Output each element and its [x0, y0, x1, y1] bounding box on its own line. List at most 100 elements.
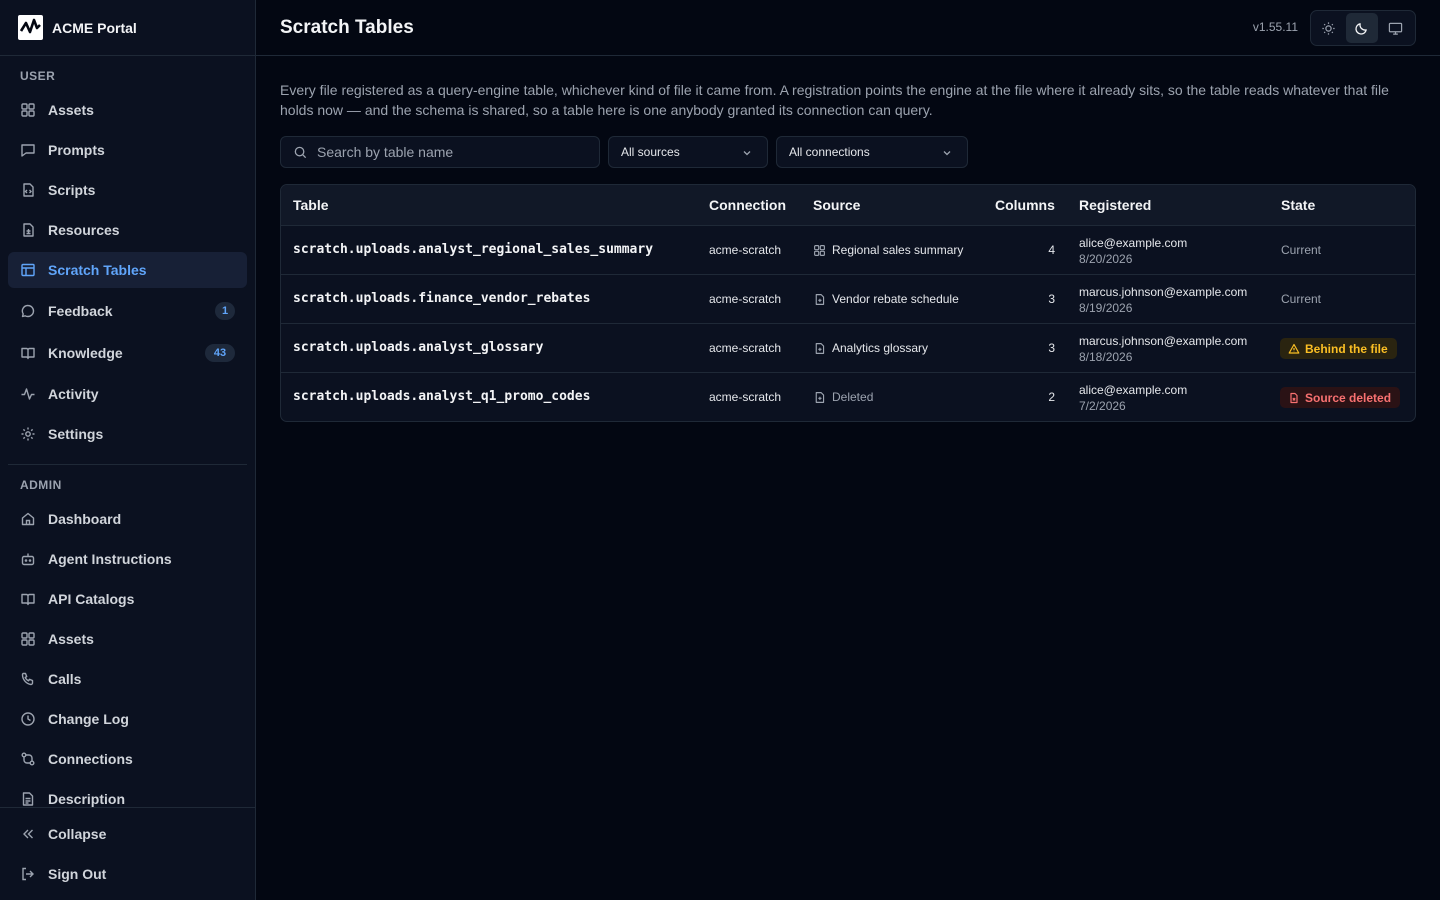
logo-icon [18, 15, 43, 40]
source-link[interactable]: Vendor rebate schedule [813, 292, 959, 306]
sidebar-item-dashboard[interactable]: Dashboard [8, 501, 247, 537]
table-name[interactable]: scratch.uploads.analyst_glossary [293, 340, 543, 355]
registered-info: alice@example.com 7/2/2026 [1079, 382, 1187, 414]
column-count: 3 [1048, 292, 1055, 306]
warning-icon [1288, 343, 1300, 354]
sidebar-item-label: Change Log [48, 711, 129, 727]
bot-icon [21, 553, 35, 566]
sidebar-item-connections[interactable]: Connections [8, 741, 247, 777]
file-icon [815, 293, 825, 305]
system-theme-button[interactable] [1380, 13, 1411, 43]
page-header: Scratch Tables v1.55.11 [256, 0, 1440, 56]
sidebar-item-label: Activity [48, 386, 99, 402]
sidebar-item-label: Scripts [48, 182, 96, 198]
table-name[interactable]: scratch.uploads.analyst_q1_promo_codes [293, 389, 590, 404]
registered-date: 8/19/2026 [1079, 301, 1133, 315]
table-row[interactable]: scratch.uploads.analyst_q1_promo_codes a… [281, 373, 1415, 421]
source-name: Regional sales summary [832, 243, 964, 257]
table-row[interactable]: scratch.uploads.analyst_regional_sales_s… [281, 226, 1415, 275]
source-link[interactable]: Analytics glossary [813, 341, 928, 355]
registered-by: marcus.johnson@example.com [1079, 334, 1248, 348]
sources-select[interactable]: All sources [608, 136, 768, 168]
sidebar-item-assets[interactable]: Assets [8, 92, 247, 128]
activity-icon [21, 388, 35, 400]
brand[interactable]: ACME Portal [0, 0, 255, 56]
table-name[interactable]: scratch.uploads.analyst_regional_sales_s… [293, 242, 653, 257]
column-header-connection[interactable]: Connection [709, 197, 786, 213]
state-badge-behind: Behind the file [1280, 338, 1397, 359]
sidebar-item-knowledge[interactable]: Knowledge 43 [8, 335, 247, 371]
sidebar-item-scripts[interactable]: Scripts [8, 172, 247, 208]
source-link[interactable]: Regional sales summary [813, 243, 963, 257]
state-text: Current [1281, 243, 1322, 257]
column-count: 3 [1048, 341, 1055, 355]
sidebar-item-settings[interactable]: Settings [8, 416, 247, 452]
source-name: Analytics glossary [832, 341, 929, 355]
sign-out-label: Sign Out [48, 866, 107, 882]
chat-icon [21, 144, 35, 157]
connection-name: acme-scratch [709, 292, 782, 306]
connection-name: acme-scratch [709, 390, 782, 404]
file-x-icon [1290, 392, 1298, 403]
collapse-button[interactable]: Collapse [8, 816, 247, 852]
column-header-source[interactable]: Source [813, 197, 860, 213]
registered-by: alice@example.com [1079, 383, 1188, 397]
sign-out-icon [22, 867, 34, 881]
table-row[interactable]: scratch.uploads.finance_vendor_rebates a… [281, 275, 1415, 324]
knowledge-count-badge: 43 [205, 344, 235, 362]
state-badge-deleted: Source deleted [1280, 387, 1401, 408]
connections-select-value: All connections [789, 145, 870, 159]
sources-select-value: All sources [621, 145, 680, 159]
sidebar-item-admin-assets[interactable]: Assets [8, 621, 247, 657]
search-input[interactable] [317, 144, 577, 160]
sun-icon [1322, 21, 1335, 35]
connections-select[interactable]: All connections [776, 136, 968, 168]
sidebar-item-change-log[interactable]: Change Log [8, 701, 247, 737]
sign-out-button[interactable]: Sign Out [8, 856, 247, 892]
sidebar-item-prompts[interactable]: Prompts [8, 132, 247, 168]
user-section-label: USER [20, 69, 56, 83]
registered-info: marcus.johnson@example.com 8/18/2026 [1079, 333, 1247, 365]
sidebar-item-scratch-tables[interactable]: Scratch Tables [8, 252, 247, 288]
sidebar-item-label: Dashboard [48, 511, 122, 527]
column-header-table[interactable]: Table [293, 197, 329, 213]
connection-name: acme-scratch [709, 243, 782, 257]
source-name: Deleted [832, 390, 874, 404]
admin-section-label: ADMIN [20, 478, 62, 492]
column-header-registered[interactable]: Registered [1079, 197, 1151, 213]
light-theme-button[interactable] [1313, 13, 1344, 43]
sidebar-footer: Collapse Sign Out [0, 807, 255, 900]
sidebar-item-activity[interactable]: Activity [8, 376, 247, 412]
sidebar-item-label: Calls [48, 671, 82, 687]
registered-by: alice@example.com [1079, 236, 1188, 250]
sidebar-item-label: Description [48, 791, 126, 807]
source-deleted: Deleted [813, 390, 873, 404]
app-name: ACME Portal [52, 19, 137, 36]
source-name: Vendor rebate schedule [832, 292, 959, 306]
monitor-icon [1388, 22, 1403, 35]
sidebar-item-agent-instructions[interactable]: Agent Instructions [8, 541, 247, 577]
state-text: Current [1281, 292, 1322, 306]
gear-icon [21, 427, 35, 441]
sidebar-item-label: Scratch Tables [48, 262, 147, 278]
column-header-state[interactable]: State [1281, 197, 1315, 213]
search-box[interactable] [280, 136, 600, 168]
registered-info: alice@example.com 8/20/2026 [1079, 235, 1187, 267]
sidebar-item-resources[interactable]: Resources [8, 212, 247, 248]
sidebar-item-calls[interactable]: Calls [8, 661, 247, 697]
sidebar-item-api-catalogs[interactable]: API Catalogs [8, 581, 247, 617]
dark-theme-button[interactable] [1346, 13, 1378, 43]
sidebar-item-label: Prompts [48, 142, 105, 158]
registered-by: marcus.johnson@example.com [1079, 285, 1248, 299]
sidebar-item-label: API Catalogs [48, 591, 135, 607]
file-icon [815, 391, 825, 403]
sidebar-item-feedback[interactable]: Feedback 1 [8, 293, 247, 329]
page-description: Every file registered as a query-engine … [280, 82, 1389, 118]
table-name[interactable]: scratch.uploads.finance_vendor_rebates [293, 291, 590, 306]
file-icon [23, 223, 34, 237]
table-row[interactable]: scratch.uploads.analyst_glossary acme-sc… [281, 324, 1415, 373]
sidebar-item-label: Settings [48, 426, 104, 442]
file-icon [815, 342, 825, 354]
column-header-columns[interactable]: Columns [995, 197, 1055, 213]
chevrons-left-icon [23, 829, 33, 839]
